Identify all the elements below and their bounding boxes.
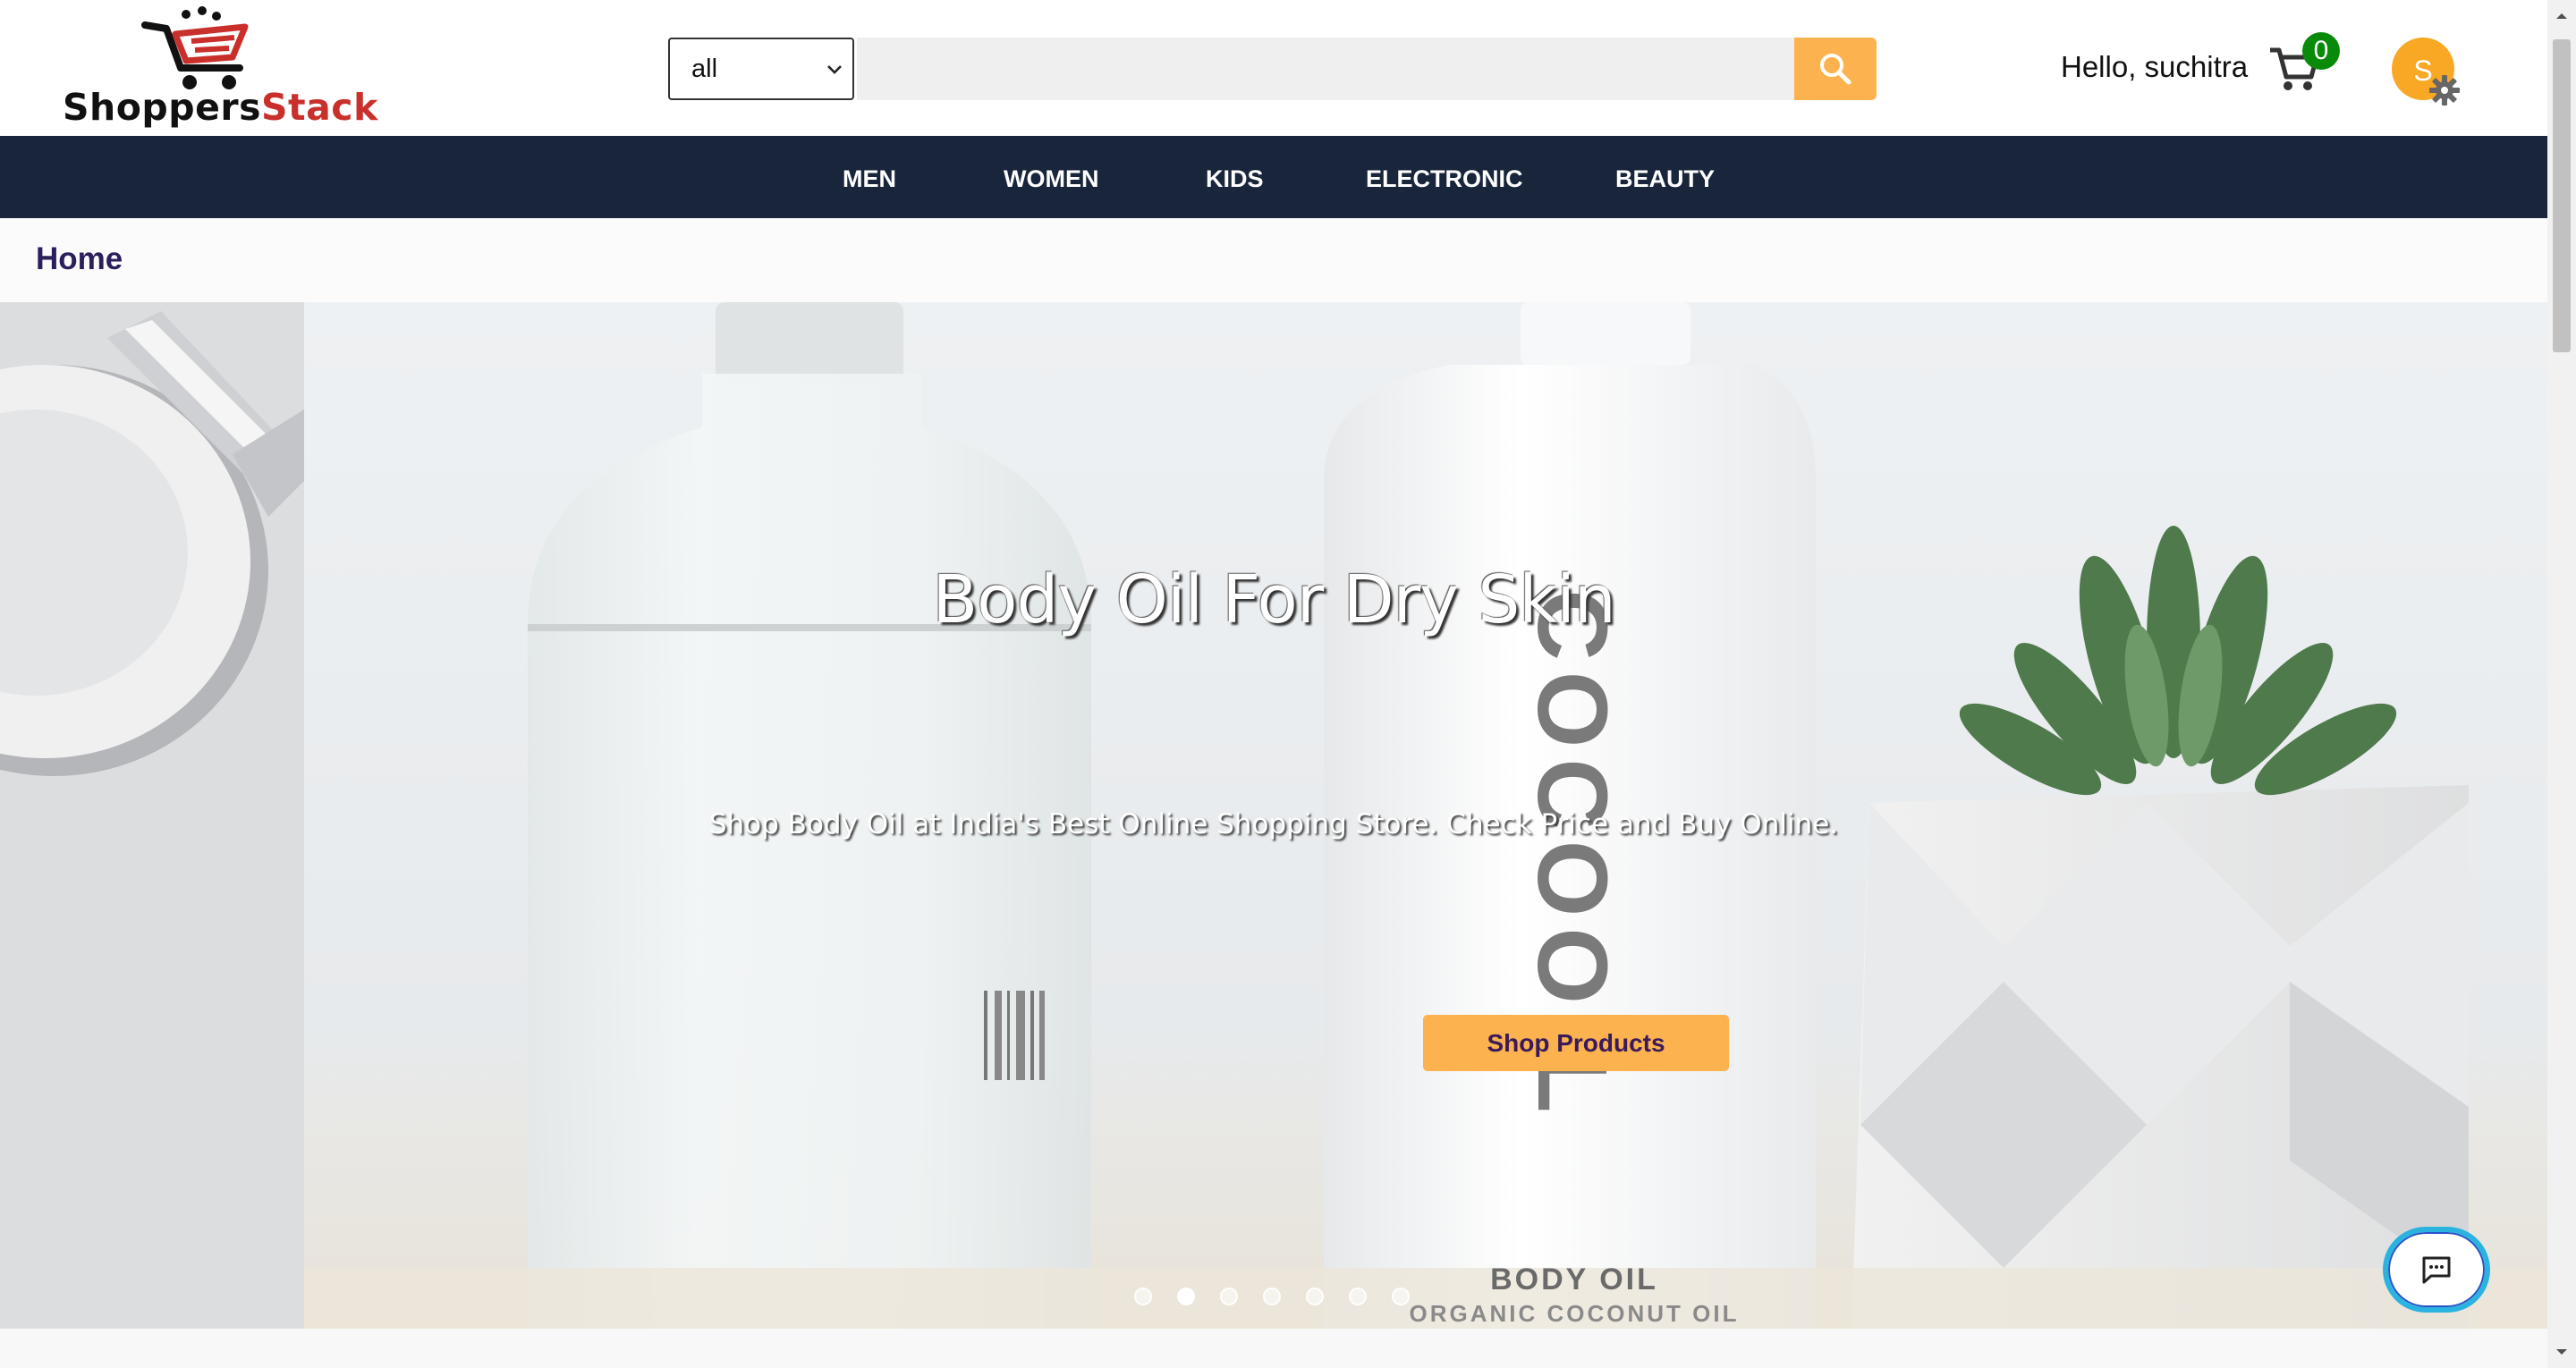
bottle-label-line1: BODY OIL <box>1490 1262 1658 1296</box>
bottle-label-line2: ORGANIC COCONUT OIL <box>1409 1300 1740 1327</box>
gear-icon[interactable] <box>2428 73 2462 107</box>
nav-item-electronic[interactable]: ELECTRONIC <box>1366 136 1523 218</box>
carousel-dot[interactable] <box>1220 1288 1238 1305</box>
hero-subtitle: Shop Body Oil at India's Best Online Sho… <box>708 808 1839 840</box>
carousel-dot[interactable] <box>1177 1288 1195 1305</box>
hero-title: Body Oil For Dry Skin <box>932 562 1615 638</box>
chat-icon <box>2422 1256 2451 1284</box>
nav-item-kids[interactable]: KIDS <box>1206 136 1264 218</box>
scroll-down-arrow-icon[interactable] <box>2555 1345 2569 1359</box>
shop-products-button[interactable]: Shop Products <box>1423 1015 1729 1071</box>
carousel-dot[interactable] <box>1349 1288 1367 1305</box>
logo-cart-icon <box>141 6 249 89</box>
search-category-select[interactable]: all <box>668 38 854 100</box>
carousel-dot[interactable] <box>1263 1288 1281 1305</box>
chevron-down-icon <box>827 65 842 74</box>
nav-item-men[interactable]: MEN <box>843 136 896 218</box>
cart-count-badge: 0 <box>2302 32 2340 70</box>
logo-text: ShoppersStack <box>63 86 378 129</box>
header: ShoppersStack all Hello, suchitra 0 S <box>0 0 2547 136</box>
user-greeting: Hello, suchitra <box>2061 50 2249 83</box>
search-icon <box>1820 54 1852 85</box>
nav-item-beauty[interactable]: BEAUTY <box>1615 136 1715 218</box>
logo[interactable]: ShoppersStack <box>61 5 377 131</box>
carousel-dot[interactable] <box>1306 1288 1324 1305</box>
carousel-dot[interactable] <box>1134 1288 1152 1305</box>
page-scrollbar[interactable] <box>2547 0 2576 1368</box>
page-footer-strip <box>0 1329 2547 1368</box>
chat-button[interactable] <box>2383 1227 2490 1313</box>
breadcrumb[interactable]: Home <box>36 241 123 277</box>
carousel-dot[interactable] <box>1392 1288 1410 1305</box>
search-category-value: all <box>691 55 718 83</box>
scroll-up-arrow-icon[interactable] <box>2555 9 2569 23</box>
hero-carousel: COCOOIL BODY OIL ORGANIC COCONUT OIL Bod… <box>0 302 2547 1329</box>
search-button[interactable] <box>1794 38 1877 100</box>
scrollbar-thumb[interactable] <box>2553 39 2571 352</box>
nav-item-women[interactable]: WOMEN <box>1004 136 1098 218</box>
search-input[interactable] <box>857 38 1794 100</box>
breadcrumb-bar: Home <box>0 218 2547 302</box>
category-nav: MEN WOMEN KIDS ELECTRONIC BEAUTY <box>0 136 2547 218</box>
page: ShoppersStack all Hello, suchitra 0 S ME… <box>0 0 2576 1368</box>
